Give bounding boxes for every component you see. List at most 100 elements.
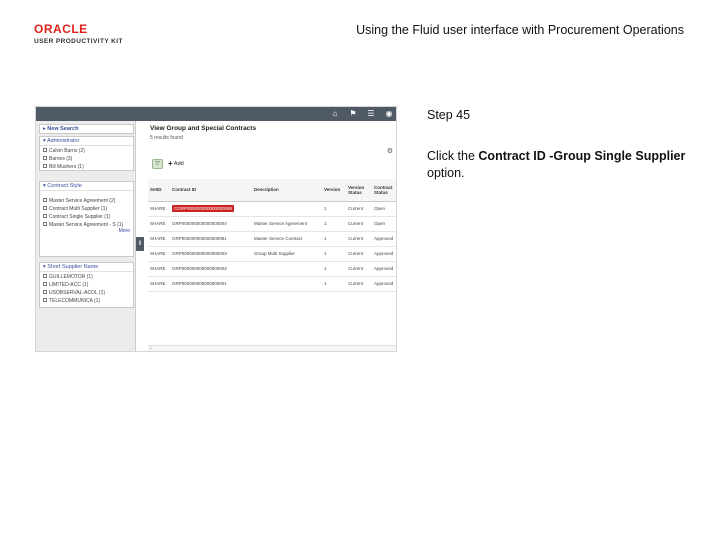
cell-version: 1	[322, 216, 346, 232]
flag-icon[interactable]: ⚑	[348, 109, 358, 119]
cell-contract-status: Approved	[372, 276, 396, 292]
filter-option[interactable]: Barnes (3)	[40, 154, 133, 162]
table-row[interactable]: SHARE GRP000000000000000001 1 Current Ap…	[148, 276, 396, 292]
cell-version-status: Current	[346, 231, 372, 247]
cell-version: 1	[322, 246, 346, 262]
checkbox[interactable]	[43, 274, 47, 279]
filter-option[interactable]: Master Service Agreement (2)	[40, 196, 133, 204]
administrator-heading[interactable]: ▾ Administrator	[40, 137, 133, 146]
filter-option[interactable]: Contract Single Supplier (1)	[40, 212, 133, 220]
checkbox[interactable]	[43, 164, 47, 169]
filter-option[interactable]: GUILLEMOTOR (1)	[40, 272, 133, 280]
step-label: Step 45	[427, 108, 471, 122]
cell-setid: SHARE	[148, 231, 170, 247]
cell-contract-status: Approved	[372, 246, 396, 262]
cell-version-status: Current	[346, 216, 372, 232]
filter-option[interactable]: Bill Mushers (1)	[40, 162, 133, 170]
table-row[interactable]: SHARE GRP000000000000000004 Master Servi…	[148, 216, 396, 232]
cell-version-status: Current	[346, 201, 372, 217]
cell-description	[252, 201, 322, 217]
cell-setid: SHARE	[148, 261, 170, 277]
filter-option[interactable]: Calvin Barns (2)	[40, 146, 133, 154]
checkbox[interactable]	[43, 290, 47, 295]
column-header-contract-id[interactable]: Contract ID	[170, 179, 252, 202]
checkbox[interactable]	[43, 298, 47, 303]
cell-version-status: Current	[346, 261, 372, 277]
step-instruction: Click the Contract ID -Group Single Supp…	[427, 148, 687, 182]
cell-version-status: Current	[346, 276, 372, 292]
gear-icon[interactable]: ⚙	[387, 147, 393, 155]
filter-option[interactable]: LIMITED-ACC (1)	[40, 280, 133, 288]
new-search-box[interactable]: ▸ New Search	[39, 124, 134, 134]
logo-subtitle: USER PRODUCTIVITY KIT	[34, 38, 123, 45]
filter-option[interactable]: Contract Multi Supplier (1)	[40, 204, 133, 212]
contract-id-group-single-supplier[interactable]: CGRP000000000000000099	[170, 201, 252, 217]
svg-text:ORACLE: ORACLE	[34, 22, 88, 35]
table-row[interactable]: SHARE CGRP000000000000000099 1 Current O…	[148, 201, 396, 217]
checkbox[interactable]	[43, 156, 47, 161]
checkbox[interactable]	[43, 198, 47, 203]
column-header-setid[interactable]: SetID	[148, 179, 170, 202]
cell-version: 1	[322, 276, 346, 292]
checkbox[interactable]	[43, 282, 47, 287]
contracts-grid: SetID Contract ID Description Version Ve…	[148, 179, 396, 292]
application-screenshot: ⌂ ⚑ ☰ ◉ ▸ New Search ▾ Administrator Cal…	[35, 106, 397, 352]
table-row[interactable]: SHARE GRP000000000000000002 1 Current Ap…	[148, 261, 396, 277]
cell-version-status: Current	[346, 246, 372, 262]
add-button[interactable]: + Add	[168, 159, 184, 169]
column-header-contract-status[interactable]: Contract Status	[372, 179, 396, 202]
checkbox[interactable]	[43, 148, 47, 153]
collapse-panel-button[interactable]: ‖	[136, 237, 144, 251]
checkbox[interactable]	[43, 206, 47, 211]
cell-contract-status: Approved	[372, 261, 396, 277]
instruction-target: Contract ID -Group Single Supplier	[478, 149, 686, 163]
filter-icon[interactable]: ▽	[152, 159, 163, 169]
supplier-name-heading[interactable]: ▾ Short Supplier Name	[40, 263, 133, 272]
cell-setid: SHARE	[148, 216, 170, 232]
contract-style-heading[interactable]: ▾ Contract Style	[40, 182, 133, 191]
checkbox[interactable]	[43, 222, 47, 227]
oracle-logo: ORACLE	[34, 22, 108, 35]
column-header-version[interactable]: Version	[322, 179, 346, 202]
app-top-bar: ⌂ ⚑ ☰ ◉	[36, 107, 396, 121]
grid-header-row: SetID Contract ID Description Version Ve…	[148, 179, 396, 202]
table-row[interactable]: SHARE GRP000000000000000081 Master Servi…	[148, 231, 396, 247]
results-area: View Group and Special Contracts 5 resul…	[148, 121, 396, 351]
cell-contract-id[interactable]: GRP000000000000000003	[170, 246, 252, 262]
filter-option[interactable]: Master Service Agreement - S (1)	[40, 220, 133, 228]
cell-setid: SHARE	[148, 276, 170, 292]
cell-contract-id[interactable]: GRP000000000000000002	[170, 261, 252, 277]
filter-panel: ▸ New Search ▾ Administrator Calvin Barn…	[36, 121, 136, 351]
plus-icon: +	[168, 159, 173, 168]
cell-contract-id[interactable]: GRP000000000000000081	[170, 231, 252, 247]
contract-style-filter: ▾ Contract Style Master Service Agreemen…	[39, 181, 134, 257]
document-title: Using the Fluid user interface with Proc…	[356, 23, 684, 37]
column-header-description[interactable]: Description	[252, 179, 322, 202]
cell-description: Master Service Agreement	[252, 216, 322, 232]
new-search-link[interactable]: New Search	[47, 126, 78, 132]
cell-description: Group Multi Supplier	[252, 246, 322, 262]
cell-description	[252, 276, 322, 292]
cell-contract-status: Open	[372, 216, 396, 232]
horizontal-scrollbar[interactable]: ‹	[148, 345, 396, 351]
column-header-version-status[interactable]: Version Status	[346, 179, 372, 202]
cell-version: 1	[322, 201, 346, 217]
scroll-left-arrow[interactable]: ‹	[150, 346, 152, 351]
cell-contract-status: Open	[372, 201, 396, 217]
cell-contract-id[interactable]: GRP000000000000000001	[170, 276, 252, 292]
more-link[interactable]: More	[40, 228, 133, 234]
filter-option[interactable]: USOBSERVAL-ACOL (1)	[40, 288, 133, 296]
table-row[interactable]: SHARE GRP000000000000000003 Group Multi …	[148, 246, 396, 262]
cell-setid: SHARE	[148, 246, 170, 262]
cell-version: 1	[322, 231, 346, 247]
cell-setid: SHARE	[148, 201, 170, 217]
cell-contract-status: Approved	[372, 231, 396, 247]
checkbox[interactable]	[43, 214, 47, 219]
menu-icon[interactable]: ☰	[366, 109, 376, 119]
home-icon[interactable]: ⌂	[330, 109, 340, 119]
instruction-prefix: Click the	[427, 149, 479, 163]
filter-option[interactable]: TELECOMMUNICA (1)	[40, 296, 133, 304]
compass-icon[interactable]: ◉	[384, 109, 394, 119]
cell-version: 1	[322, 261, 346, 277]
cell-contract-id[interactable]: GRP000000000000000004	[170, 216, 252, 232]
